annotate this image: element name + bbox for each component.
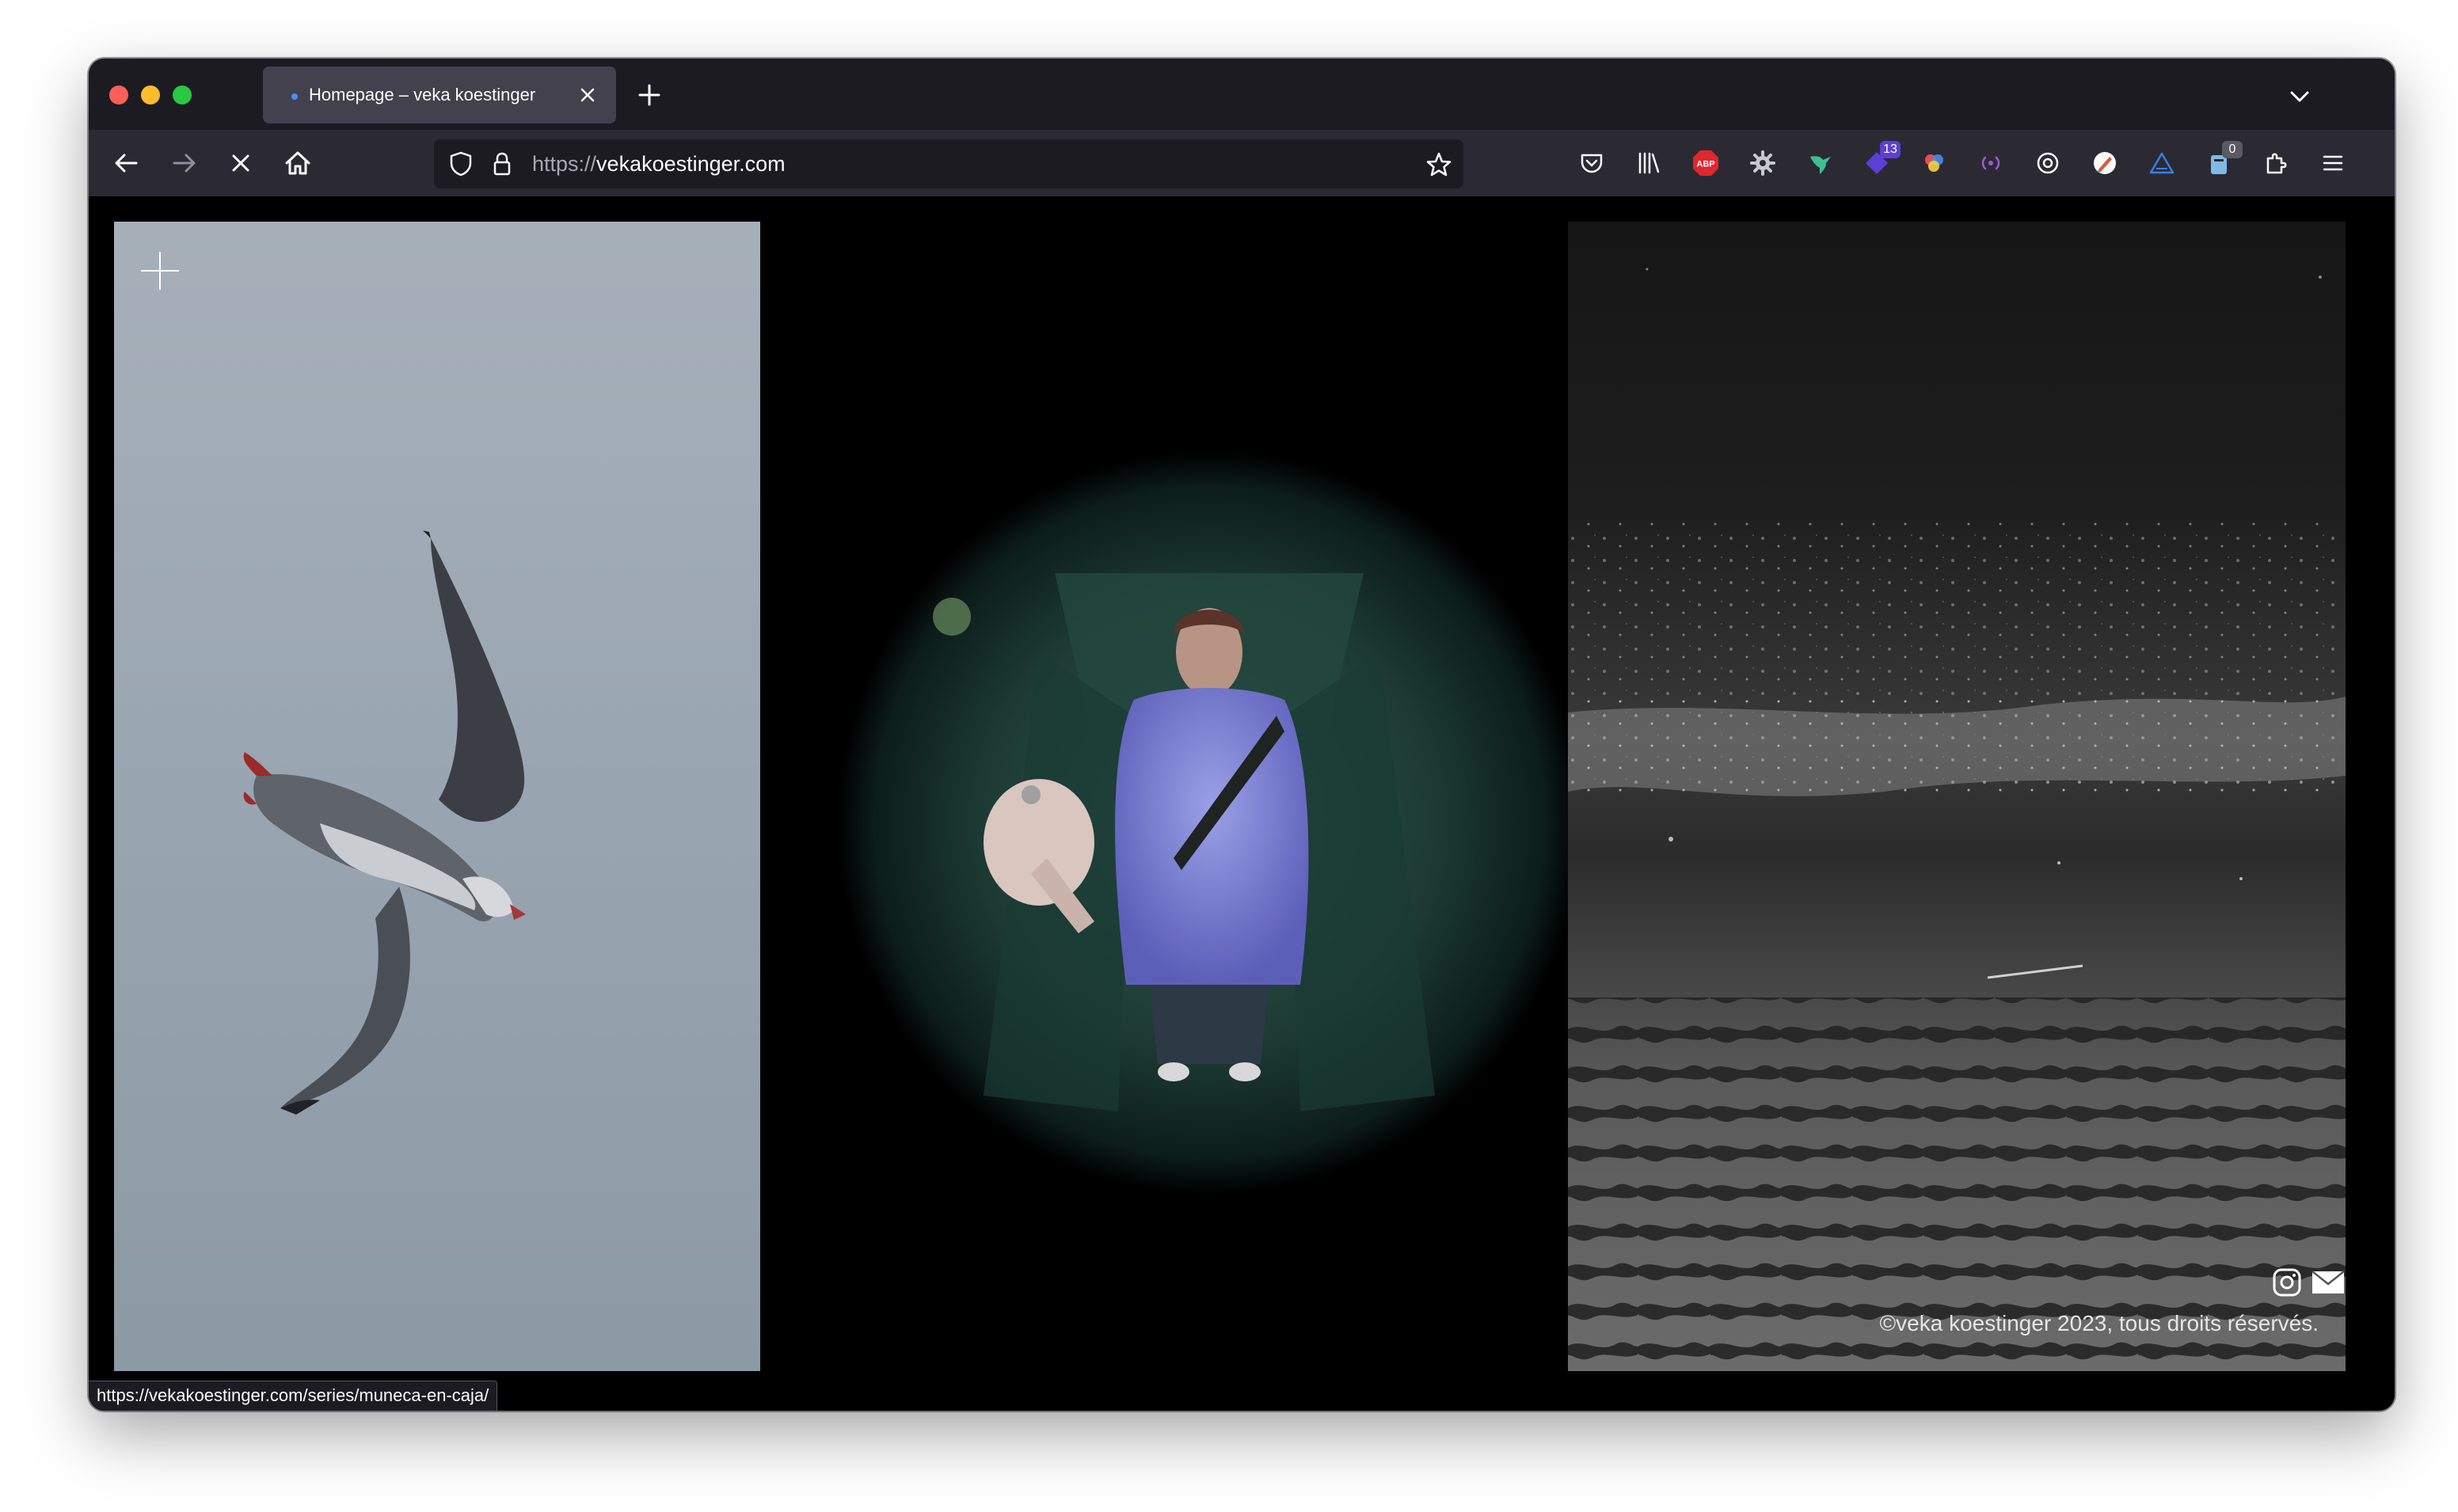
url-text[interactable]: https://vekakoestinger.com <box>532 139 786 188</box>
forward-button[interactable] <box>166 146 201 180</box>
pocket-icon[interactable] <box>1574 146 1609 180</box>
tracking-protection-shield-icon[interactable] <box>447 150 475 182</box>
clipboard-icon[interactable]: 0 <box>2201 141 2243 180</box>
navigation-toolbar: https://vekakoestinger.com ABP 13 0 <box>89 130 2395 196</box>
extension-badge-icon[interactable]: 13 <box>1859 141 1901 180</box>
close-tab-icon[interactable] <box>573 81 602 109</box>
tab-homepage[interactable]: Homepage – veka koestinger <box>263 66 616 123</box>
extension-badge-count: 13 <box>1880 141 1901 158</box>
extensions-puzzle-icon[interactable] <box>2258 146 2293 180</box>
adblock-icon[interactable]: ABP <box>1688 146 1723 180</box>
copyright-text: ©veka koestinger 2023, tous droits réser… <box>1879 1311 2319 1335</box>
seagull-photo[interactable] <box>114 222 760 1371</box>
beach-illustration <box>1568 268 2346 1370</box>
tab-title: Homepage – veka koestinger <box>309 85 536 104</box>
tab-bar: Homepage – veka koestinger <box>89 59 2395 130</box>
stop-loading-button[interactable] <box>223 146 258 180</box>
browser-window: Homepage – veka koestinger https://vekak… <box>89 59 2395 1411</box>
list-all-tabs-chevron-icon[interactable] <box>2284 81 2315 112</box>
night-beach-photo[interactable]: ©veka koestinger 2023, tous droits réser… <box>1568 222 2346 1371</box>
triangle-icon[interactable] <box>2144 146 2179 180</box>
svg-text:ABP: ABP <box>1696 160 1714 169</box>
instagram-icon[interactable] <box>2270 1267 2304 1298</box>
email-icon[interactable] <box>2311 1267 2346 1298</box>
new-tab-button[interactable] <box>632 78 667 112</box>
library-icon[interactable] <box>1631 146 1666 180</box>
broadcast-icon[interactable] <box>1973 146 2008 180</box>
minimize-window-button[interactable] <box>141 85 160 104</box>
hummingbird-icon[interactable] <box>1802 146 1837 180</box>
sync-icon[interactable] <box>2030 146 2065 180</box>
loading-dot-icon <box>291 93 298 100</box>
color-dots-icon[interactable] <box>1916 146 1951 180</box>
url-scheme: https:// <box>532 152 597 176</box>
address-bar[interactable]: https://vekakoestinger.com <box>434 139 1463 188</box>
close-window-button[interactable] <box>109 85 128 104</box>
home-button[interactable] <box>280 146 315 180</box>
portrait-illustration <box>837 450 1581 1195</box>
back-button[interactable] <box>109 146 144 180</box>
settings-gear-icon[interactable] <box>1745 146 1780 180</box>
portrait-photo[interactable] <box>801 415 1617 1230</box>
url-host: vekakoestinger.com <box>596 152 786 176</box>
menu-icon[interactable] <box>2315 146 2350 180</box>
status-link-preview: https://vekakoestinger.com/series/muneca… <box>89 1381 498 1411</box>
pen-icon[interactable] <box>2087 146 2122 180</box>
page-content: ©veka koestinger 2023, tous droits réser… <box>89 196 2395 1411</box>
bookmark-star-icon[interactable] <box>1424 150 1454 184</box>
seagull-illustration <box>243 530 526 1115</box>
lock-icon[interactable] <box>488 150 516 182</box>
zoom-window-button[interactable] <box>173 85 192 104</box>
clipboard-badge-count: 0 <box>2222 141 2243 158</box>
plus-icon[interactable] <box>139 250 181 291</box>
